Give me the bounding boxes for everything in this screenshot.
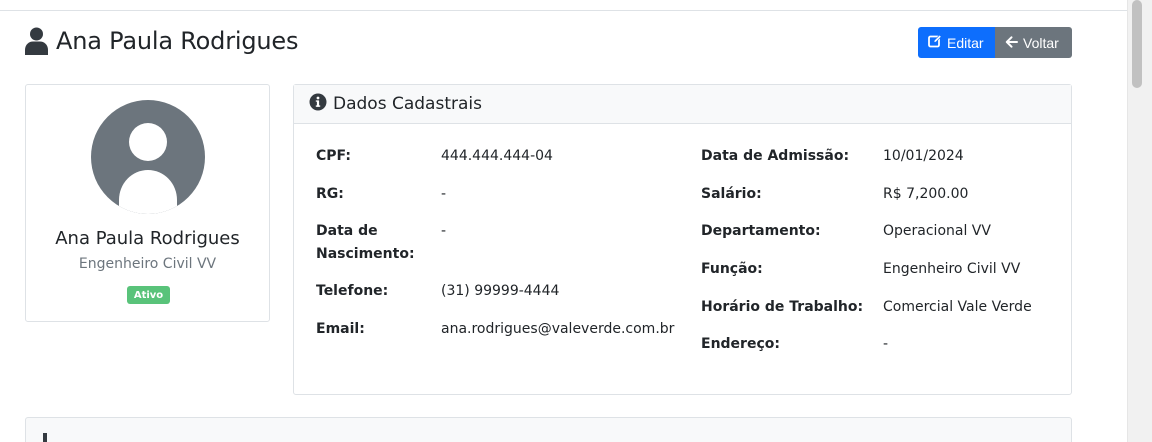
details-header-title: Dados Cadastrais — [333, 94, 482, 114]
edit-icon — [928, 34, 942, 51]
top-bar — [0, 0, 1127, 11]
edit-button-label: Editar — [947, 34, 984, 51]
back-button[interactable]: Voltar — [995, 27, 1072, 58]
work-schedule-value: Comercial Vale Verde — [883, 299, 1032, 315]
section-icon — [40, 427, 50, 442]
address-label: Endereço: — [701, 336, 780, 352]
admission-date-label: Data de Admissão: — [701, 148, 850, 164]
page-title: Ana Paula Rodrigues — [25, 24, 298, 58]
bottom-card-header — [25, 417, 1072, 442]
user-avatar-icon — [91, 100, 205, 214]
cpf-label: CPF: — [316, 148, 351, 164]
function-label: Função: — [701, 261, 763, 277]
rg-label: RG: — [316, 186, 344, 202]
profile-name: Ana Paula Rodrigues — [55, 228, 240, 249]
arrow-left-icon — [1005, 35, 1018, 51]
birthdate-label: Data de Nascimento: — [316, 223, 415, 262]
department-value: Operacional VV — [883, 223, 991, 239]
profile-card: Ana Paula Rodrigues Engenheiro Civil VV … — [25, 84, 270, 322]
phone-value: (31) 99999-4444 — [441, 283, 560, 299]
user-icon — [25, 27, 48, 55]
scrollbar-thumb[interactable] — [1132, 0, 1142, 88]
email-value: ana.rodrigues@valeverde.com.br — [441, 321, 675, 337]
salary-value: R$ 7,200.00 — [883, 186, 969, 202]
function-value: Engenheiro Civil VV — [883, 261, 1021, 277]
cpf-value: 444.444.444-04 — [441, 148, 553, 164]
address-value: - — [883, 336, 889, 352]
rg-value: - — [441, 186, 447, 202]
edit-button[interactable]: Editar — [918, 27, 995, 58]
page-scrollbar[interactable] — [1127, 0, 1152, 442]
status-badge: Ativo — [127, 286, 170, 304]
salary-label: Salário: — [701, 186, 762, 202]
phone-label: Telefone: — [316, 283, 389, 299]
header-actions: Editar Voltar — [918, 27, 1072, 58]
page-title-text: Ana Paula Rodrigues — [56, 27, 299, 55]
department-label: Departamento: — [701, 223, 821, 239]
work-schedule-label: Horário de Trabalho: — [701, 299, 864, 315]
profile-role: Engenheiro Civil VV — [78, 256, 217, 272]
admission-date-value: 10/01/2024 — [883, 148, 964, 164]
info-icon — [309, 93, 327, 115]
details-card: Dados Cadastrais CPF: 444.444.444-04 RG:… — [293, 84, 1072, 395]
details-header: Dados Cadastrais — [294, 85, 1071, 124]
email-label: Email: — [316, 321, 365, 337]
back-button-label: Voltar — [1023, 34, 1059, 51]
birthdate-value: - — [441, 223, 447, 239]
